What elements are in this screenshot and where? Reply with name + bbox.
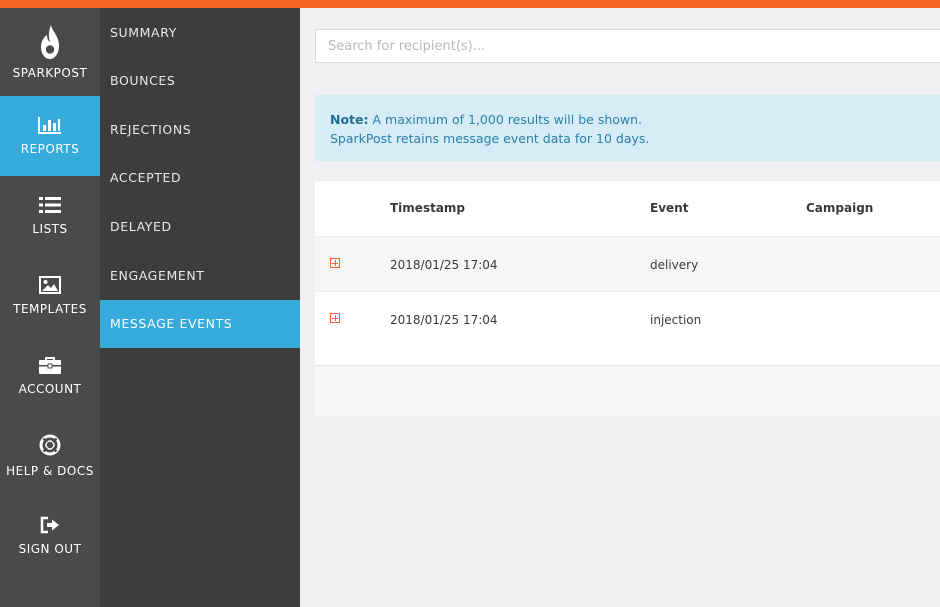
brand-name: SPARKPOST xyxy=(12,66,88,80)
results-limit-note: Note: A maximum of 1,000 results will be… xyxy=(315,95,940,161)
rail-item-account[interactable]: ACCOUNT xyxy=(0,336,100,416)
cell-event: injection xyxy=(650,313,702,327)
header-event[interactable]: Event xyxy=(650,201,688,215)
cell-timestamp: 2018/01/25 17:04 xyxy=(390,313,498,327)
note-text-2: SparkPost retains message event data for… xyxy=(330,131,650,146)
rail-item-label: TEMPLATES xyxy=(13,302,87,316)
subnav-item-summary[interactable]: SUMMARY xyxy=(100,9,300,57)
list-icon xyxy=(39,196,61,214)
flame-logo-icon xyxy=(39,24,61,60)
subnav-item-message-events[interactable]: MESSAGE EVENTS xyxy=(100,300,300,348)
note-text-1: A maximum of 1,000 results will be shown… xyxy=(372,112,643,127)
rail-item-label: LISTS xyxy=(32,222,68,236)
message-events-table: Timestamp Event Campaign 2018/01/25 17:0… xyxy=(315,181,940,365)
subnav-item-accepted[interactable]: ACCEPTED xyxy=(100,154,300,202)
note-line-1: Note: A maximum of 1,000 results will be… xyxy=(330,110,940,129)
table-row[interactable]: 2018/01/25 17:04 delivery xyxy=(315,236,940,292)
top-accent-bar xyxy=(0,0,940,8)
recipient-search-input[interactable] xyxy=(315,29,940,63)
rail-item-label: ACCOUNT xyxy=(18,382,82,396)
cell-timestamp: 2018/01/25 17:04 xyxy=(390,258,498,272)
table-row[interactable]: 2018/01/25 17:04 injection xyxy=(315,291,940,347)
rail-item-sign-out[interactable]: SIGN OUT xyxy=(0,496,100,576)
main-nav-rail: SPARKPOST REPORTS LISTS TEMPLATES ACCOUN… xyxy=(0,8,100,607)
rail-item-label: HELP & DOCS xyxy=(6,464,94,478)
rail-item-label: SIGN OUT xyxy=(18,542,82,556)
subnav-item-delayed[interactable]: DELAYED xyxy=(100,203,300,251)
rail-item-reports[interactable]: REPORTS xyxy=(0,96,100,176)
table-header: Timestamp Event Campaign xyxy=(315,181,940,236)
bar-chart-icon xyxy=(38,116,62,134)
expand-row-icon[interactable] xyxy=(330,258,340,268)
image-icon xyxy=(39,276,61,294)
rail-item-help-docs[interactable]: HELP & DOCS xyxy=(0,416,100,496)
subnav-item-bounces[interactable]: BOUNCES xyxy=(100,57,300,105)
life-ring-icon xyxy=(39,434,61,456)
header-campaign[interactable]: Campaign xyxy=(806,201,873,215)
reports-subnav: SUMMARY BOUNCES REJECTIONS ACCEPTED DELA… xyxy=(100,8,300,607)
rail-item-label: REPORTS xyxy=(20,142,80,156)
rail-item-lists[interactable]: LISTS xyxy=(0,176,100,256)
header-timestamp[interactable]: Timestamp xyxy=(390,201,465,215)
rail-item-templates[interactable]: TEMPLATES xyxy=(0,256,100,336)
subnav-item-engagement[interactable]: ENGAGEMENT xyxy=(100,252,300,300)
expand-row-icon[interactable] xyxy=(330,313,340,323)
table-footer xyxy=(315,365,940,416)
subnav-item-rejections[interactable]: REJECTIONS xyxy=(100,106,300,154)
sign-out-icon xyxy=(40,516,60,534)
sparkpost-logo[interactable]: SPARKPOST xyxy=(0,8,100,96)
briefcase-icon xyxy=(39,356,61,374)
cell-event: delivery xyxy=(650,258,699,272)
note-label: Note: xyxy=(330,112,369,127)
